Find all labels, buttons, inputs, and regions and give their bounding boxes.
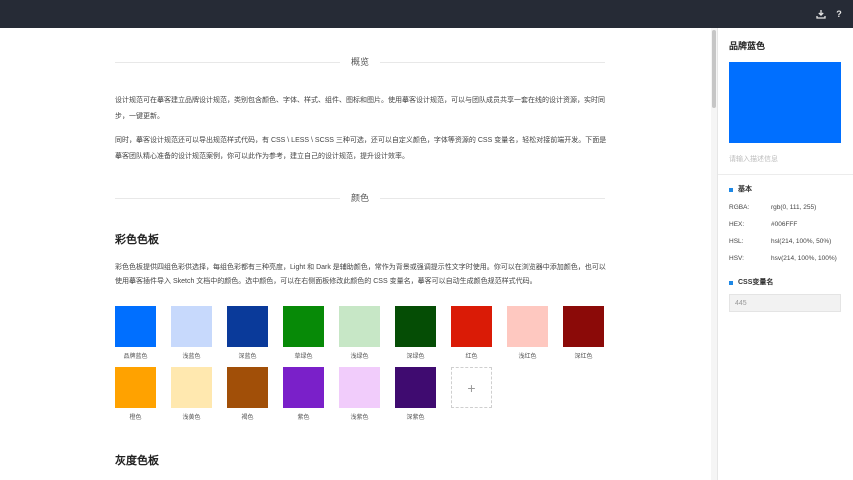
selected-color-preview — [729, 62, 841, 143]
color-swatch-item[interactable]: 红色 — [451, 306, 492, 362]
color-value-row-rgba: RGBA: rgb(0, 111, 255) — [729, 203, 851, 213]
css-variable-input[interactable] — [729, 294, 841, 312]
overview-paragraph-1: 设计规范可在摹客建立品牌设计规范，类别包含颜色、字体、样式、组件、图标和图片。使… — [115, 97, 605, 120]
color-swatch-label: 红色 — [465, 354, 478, 360]
color-swatch[interactable] — [395, 367, 436, 408]
color-swatch-label: 深紫色 — [406, 415, 425, 421]
color-inspector-panel: 品牌蓝色 基本 RGBA: rgb(0, 111, 255) HEX: #006… — [717, 28, 853, 480]
section-heading-text: 颜色 — [351, 193, 370, 203]
color-swatch-item[interactable]: 浅红色 — [507, 306, 548, 362]
plus-icon: + — [467, 379, 476, 396]
color-swatch[interactable] — [451, 306, 492, 347]
panel-divider — [718, 174, 853, 175]
color-swatch-label: 浅蓝色 — [182, 354, 201, 360]
color-value[interactable]: hsl(214, 100%, 50%) — [771, 237, 831, 247]
color-swatch-label: 浅黄色 — [182, 415, 201, 421]
color-swatch[interactable] — [227, 306, 268, 347]
color-value[interactable]: rgb(0, 111, 255) — [771, 203, 816, 213]
color-swatch-label: 品牌蓝色 — [123, 354, 148, 360]
spec-content: 概览 设计规范可在摹客建立品牌设计规范，类别包含颜色、字体、样式、组件、图标和图… — [0, 28, 711, 480]
color-value-row-hsv: HSV: hsv(214, 100%, 100%) — [729, 254, 851, 264]
divider-line — [380, 197, 606, 199]
color-swatch-item[interactable]: 深绿色 — [395, 306, 436, 362]
color-swatch-label: 浅绿色 — [350, 354, 369, 360]
scrollbar-thumb[interactable] — [712, 30, 716, 108]
gray-palette-title: 灰度色板 — [115, 455, 159, 467]
color-swatch-label: 紫色 — [297, 415, 310, 421]
color-swatch-label: 深蓝色 — [238, 354, 257, 360]
color-swatch-label: 深红色 — [574, 354, 593, 360]
color-swatch[interactable] — [507, 306, 548, 347]
color-swatch[interactable] — [395, 306, 436, 347]
divider-line — [115, 61, 340, 63]
color-swatch[interactable] — [339, 367, 380, 408]
color-swatch-item[interactable]: 浅蓝色 — [171, 306, 212, 362]
css-variable-section-label: CSS变量名 — [738, 279, 774, 286]
color-swatch-label: 橙色 — [129, 415, 142, 421]
color-swatch-item[interactable]: 深紫色 — [395, 367, 436, 423]
color-swatch-item[interactable]: 浅紫色 — [339, 367, 380, 423]
color-value-label: HSV: — [729, 255, 744, 262]
color-value-label: HSL: — [729, 238, 744, 245]
color-swatch[interactable] — [171, 306, 212, 347]
color-swatch[interactable] — [563, 306, 604, 347]
basic-section-title: 基本 — [729, 185, 752, 195]
color-swatch-grid: 品牌蓝色 浅蓝色 深蓝色 草绿色 浅绿色 深绿色 红色 浅红色 深红色橙色 浅黄色 褐色 紫色 浅紫色 深… — [115, 306, 605, 423]
add-color-cell: + — [451, 367, 492, 423]
selected-color-name: 品牌蓝色 — [729, 41, 766, 51]
divider-line — [380, 61, 606, 63]
add-color-button[interactable]: + — [451, 367, 492, 408]
color-swatch-label: 深绿色 — [406, 354, 425, 360]
top-bar: ? — [0, 0, 853, 28]
color-swatch-item[interactable]: 褐色 — [227, 367, 268, 423]
color-swatch-item[interactable]: 深红色 — [563, 306, 604, 362]
basic-section-label: 基本 — [738, 186, 752, 193]
color-swatch[interactable] — [115, 306, 156, 347]
color-swatch[interactable] — [283, 367, 324, 408]
description-input[interactable] — [729, 153, 841, 165]
color-swatch-label: 浅红色 — [518, 354, 537, 360]
section-heading-text: 概览 — [351, 57, 370, 67]
color-swatch[interactable] — [115, 367, 156, 408]
color-swatch[interactable] — [227, 367, 268, 408]
color-value[interactable]: #006FFF — [771, 220, 797, 230]
section-bullet-icon — [729, 281, 733, 285]
color-swatch-label: 褐色 — [241, 415, 254, 421]
color-swatch-label: 草绿色 — [294, 354, 313, 360]
download-icon[interactable] — [815, 8, 827, 20]
css-variable-section-title: CSS变量名 — [729, 278, 773, 288]
section-heading-overview: 概览 — [115, 56, 606, 68]
color-swatch-label: 浅紫色 — [350, 415, 369, 421]
section-bullet-icon — [729, 188, 733, 192]
color-value-label: RGBA: — [729, 204, 750, 211]
color-value[interactable]: hsv(214, 100%, 100%) — [771, 254, 837, 264]
palette-title: 彩色色板 — [115, 234, 159, 246]
color-swatch[interactable] — [339, 306, 380, 347]
color-swatch-item[interactable]: 橙色 — [115, 367, 156, 423]
section-heading-colors: 颜色 — [115, 192, 606, 204]
color-swatch-item[interactable]: 紫色 — [283, 367, 324, 423]
color-value-row-hsl: HSL: hsl(214, 100%, 50%) — [729, 237, 851, 247]
color-swatch-item[interactable]: 浅黄色 — [171, 367, 212, 423]
color-value-row-hex: HEX: #006FFF — [729, 220, 851, 230]
color-swatch-item[interactable]: 草绿色 — [283, 306, 324, 362]
help-icon[interactable]: ? — [833, 8, 845, 20]
palette-description: 彩色色板提供四组色彩供选择，每组色彩都有三种亮度，Light 和 Dark 是辅… — [115, 264, 606, 285]
color-swatch-item[interactable]: 品牌蓝色 — [115, 306, 156, 362]
color-swatch[interactable] — [171, 367, 212, 408]
color-swatch[interactable] — [283, 306, 324, 347]
color-swatch-item[interactable]: 浅绿色 — [339, 306, 380, 362]
overview-paragraph-2: 同时，摹客设计规范还可以导出规范样式代码，有 CSS \ LESS \ SCSS… — [115, 137, 607, 160]
color-swatch-item[interactable]: 深蓝色 — [227, 306, 268, 362]
color-value-label: HEX: — [729, 221, 745, 228]
divider-line — [115, 197, 340, 199]
